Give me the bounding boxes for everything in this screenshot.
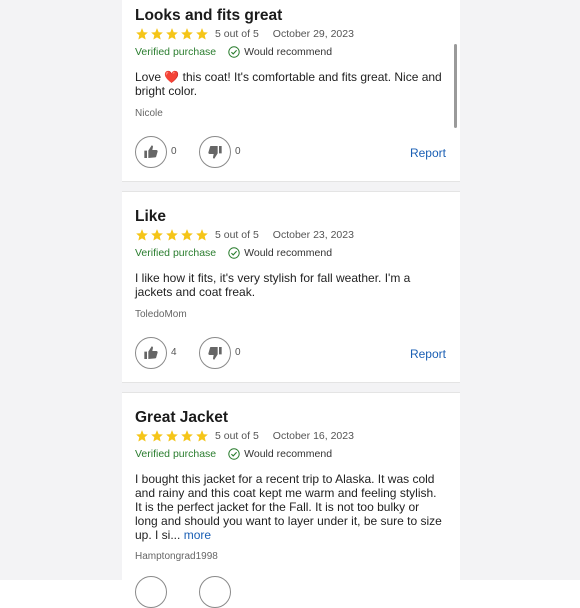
rating-text: 5 out of 5 (215, 430, 259, 442)
helpful-button[interactable] (135, 136, 167, 168)
unhelpful-button[interactable] (199, 576, 231, 608)
thumbs-down-icon (208, 347, 222, 360)
rating-row: 5 out of 5 October 23, 2023 (135, 227, 354, 243)
review-card: Like 5 out of 5 October 23, 2023 Verifie… (122, 192, 460, 382)
star-icon (136, 430, 148, 442)
review-body: I like how it fits, it's very stylish fo… (135, 271, 411, 299)
helpful-count: 0 (171, 146, 177, 157)
verification-row: Verified purchase Would recommend (135, 448, 332, 460)
star-icon (136, 229, 148, 241)
thumbs-up-icon (144, 346, 158, 359)
star-icon (196, 430, 208, 442)
review-date: October 29, 2023 (272, 28, 354, 40)
review-author: ToledoMom (135, 309, 187, 320)
unhelpful-count: 0 (235, 146, 241, 157)
verification-row: Verified purchase Would recommend (135, 247, 332, 259)
helpful-count: 4 (171, 347, 177, 358)
star-icon (181, 430, 193, 442)
star-icon (196, 229, 208, 241)
verified-purchase-label: Verified purchase (135, 46, 217, 58)
review-title: Looks and fits great (135, 7, 283, 24)
review-author: Hamptongrad1998 (135, 551, 218, 562)
review-body: Love ❤️ this coat! It's comfortable and … (135, 70, 445, 98)
review-title: Like (135, 208, 167, 225)
report-link[interactable]: Report (410, 146, 446, 160)
review-body-text: I bought this jacket for a recent trip t… (135, 472, 442, 542)
verification-row: Verified purchase Would recommend (135, 46, 332, 58)
star-icon (181, 28, 193, 40)
review-date: October 23, 2023 (272, 229, 354, 241)
rating-text: 5 out of 5 (215, 28, 259, 40)
star-icon (181, 229, 193, 241)
unhelpful-button[interactable] (199, 136, 231, 168)
report-link[interactable]: Report (410, 347, 446, 361)
thumbs-up-icon (144, 145, 158, 158)
left-gutter (0, 0, 122, 580)
star-icon (136, 28, 148, 40)
check-circle-icon (228, 448, 240, 460)
star-rating (135, 429, 209, 443)
rating-row: 5 out of 5 October 16, 2023 (135, 428, 354, 444)
star-icon (166, 28, 178, 40)
rating-row: 5 out of 5 October 29, 2023 (135, 26, 354, 42)
star-icon (151, 229, 163, 241)
review-body-text: this coat! It's comfortable and fits gre… (135, 70, 442, 98)
would-recommend-label: Would recommend (244, 448, 333, 460)
helpful-button[interactable] (135, 337, 167, 369)
review-title: Great Jacket (135, 409, 229, 426)
review-body: I bought this jacket for a recent trip t… (135, 472, 445, 542)
review-card: Great Jacket 5 out of 5 October 16, 2023… (122, 393, 460, 608)
star-rating (135, 27, 209, 41)
thumbs-down-icon (208, 146, 222, 159)
review-divider (122, 181, 460, 192)
rating-text: 5 out of 5 (215, 229, 259, 241)
star-rating (135, 228, 209, 242)
review-date: October 16, 2023 (272, 430, 354, 442)
scrollbar[interactable] (454, 44, 457, 128)
verified-purchase-label: Verified purchase (135, 448, 217, 460)
review-card: Looks and fits great 5 out of 5 October … (122, 0, 460, 181)
star-icon (196, 28, 208, 40)
unhelpful-button[interactable] (199, 337, 231, 369)
heart-emoji: ❤️ (164, 70, 180, 84)
check-circle-icon (228, 247, 240, 259)
check-circle-icon (228, 46, 240, 58)
star-icon (151, 430, 163, 442)
unhelpful-count: 0 (235, 347, 241, 358)
star-icon (151, 28, 163, 40)
would-recommend-label: Would recommend (244, 247, 333, 259)
star-icon (166, 430, 178, 442)
review-divider (122, 382, 460, 393)
verified-purchase-label: Verified purchase (135, 247, 217, 259)
helpful-button[interactable] (135, 576, 167, 608)
more-link[interactable]: more (184, 528, 211, 542)
review-body-text: Love (135, 70, 165, 84)
right-gutter (460, 0, 580, 580)
would-recommend-label: Would recommend (244, 46, 333, 58)
star-icon (166, 229, 178, 241)
review-author: Nicole (135, 108, 163, 119)
